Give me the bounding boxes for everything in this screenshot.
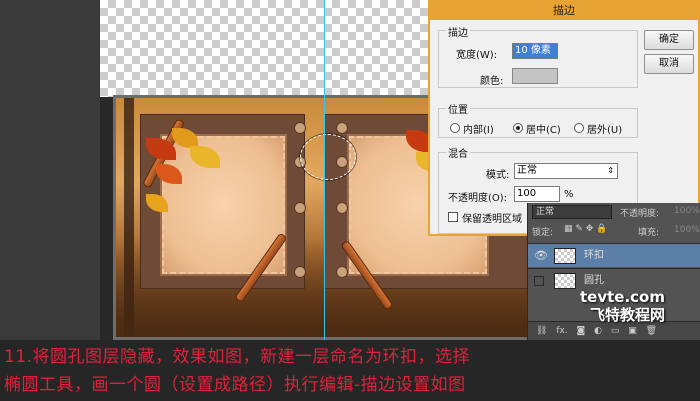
hidden-visibility-box[interactable] [534, 276, 544, 286]
workspace-left [0, 0, 100, 340]
guide-line[interactable] [324, 0, 325, 340]
binder-hole [294, 122, 306, 134]
caption-line-2: 椭圆工具，画一个圆（设置成路径）执行编辑-描边设置如图 [4, 375, 466, 395]
fx-icon[interactable]: fx. [556, 326, 567, 336]
color-label: 颜色: [480, 76, 504, 87]
ellipse-path-selection[interactable] [300, 134, 356, 180]
radio-center[interactable] [513, 123, 523, 133]
binder-hole [294, 266, 306, 278]
fill-value[interactable]: 100% [674, 225, 700, 235]
opacity-unit: % [564, 189, 574, 200]
new-layer-icon[interactable]: ▣ [628, 326, 637, 336]
blend-mode-select[interactable]: 正常 [532, 205, 612, 219]
binder-hole [336, 202, 348, 214]
mode-select[interactable]: 正常 ⇕ [514, 163, 618, 179]
binder-hole [336, 266, 348, 278]
radio-outside-label: 居外(U) [587, 125, 623, 136]
caption-line-1: 11.将圆孔图层隐藏，效果如图，新建一层命名为环扣，选择 [4, 347, 471, 367]
radio-inside[interactable] [450, 123, 460, 133]
adjustment-icon[interactable]: ◐ [594, 326, 602, 336]
blend-group-label: 混合 [446, 145, 470, 160]
transparent-canvas[interactable] [100, 0, 428, 97]
blend-mode-value: 正常 [536, 207, 555, 217]
width-input[interactable]: 10 像素 [512, 43, 558, 59]
layer-opacity-label: 不透明度: [620, 209, 660, 219]
layer-thumbnail [554, 248, 576, 264]
fill-label: 填充: [638, 228, 660, 238]
layer-thumbnail [554, 273, 576, 289]
site-watermark: tevte.com 飞特教程网 [580, 288, 665, 325]
preserve-transparency-checkbox[interactable] [448, 212, 458, 222]
stroke-dialog: 描边 描边 宽度(W): 10 像素 颜色: 确定 取消 位置 内部(I) 居中… [428, 0, 700, 236]
eye-icon[interactable]: 👁 [534, 244, 548, 268]
opacity-label: 不透明度(O): [448, 193, 508, 204]
cancel-button[interactable]: 取消 [644, 54, 694, 74]
link-icon[interactable]: ⛓ [536, 326, 547, 336]
dialog-title[interactable]: 描边 [430, 2, 698, 20]
chevron-updown-icon: ⇕ [607, 166, 614, 175]
mode-select-value: 正常 [517, 165, 537, 176]
ok-button[interactable]: 确定 [644, 30, 694, 50]
mask-icon[interactable]: ◙ [577, 326, 586, 336]
layer-name: 环扣 [584, 250, 604, 261]
radio-inside-label: 内部(I) [463, 125, 494, 136]
folder-icon[interactable]: ▭ [611, 326, 620, 336]
preserve-transparency-label: 保留透明区域 [462, 214, 522, 225]
binder-hole [336, 122, 348, 134]
opacity-input[interactable]: 100 [514, 186, 560, 202]
layer-opacity-value[interactable]: 100% [674, 206, 700, 216]
trash-icon[interactable]: 🗑 [646, 326, 657, 336]
radio-center-label: 居中(C) [526, 125, 561, 136]
lock-label: 锁定: [532, 228, 554, 238]
lock-icons[interactable]: ▦ ✎ ✥ 🔒 [564, 224, 607, 234]
width-label: 宽度(W): [456, 50, 498, 61]
tutorial-caption: 11.将圆孔图层隐藏，效果如图，新建一层命名为环扣，选择 椭圆工具，画一个圆（设… [0, 340, 700, 401]
radio-outside[interactable] [574, 123, 584, 133]
color-swatch[interactable] [512, 68, 558, 84]
position-group-label: 位置 [446, 101, 470, 116]
watermark-site-name: 飞特教程网 [590, 306, 666, 324]
layer-row-huankou[interactable]: 👁 环扣 [528, 243, 700, 267]
stroke-group-label: 描边 [446, 24, 470, 39]
binder-hole [294, 202, 306, 214]
mode-label: 模式: [486, 170, 510, 181]
